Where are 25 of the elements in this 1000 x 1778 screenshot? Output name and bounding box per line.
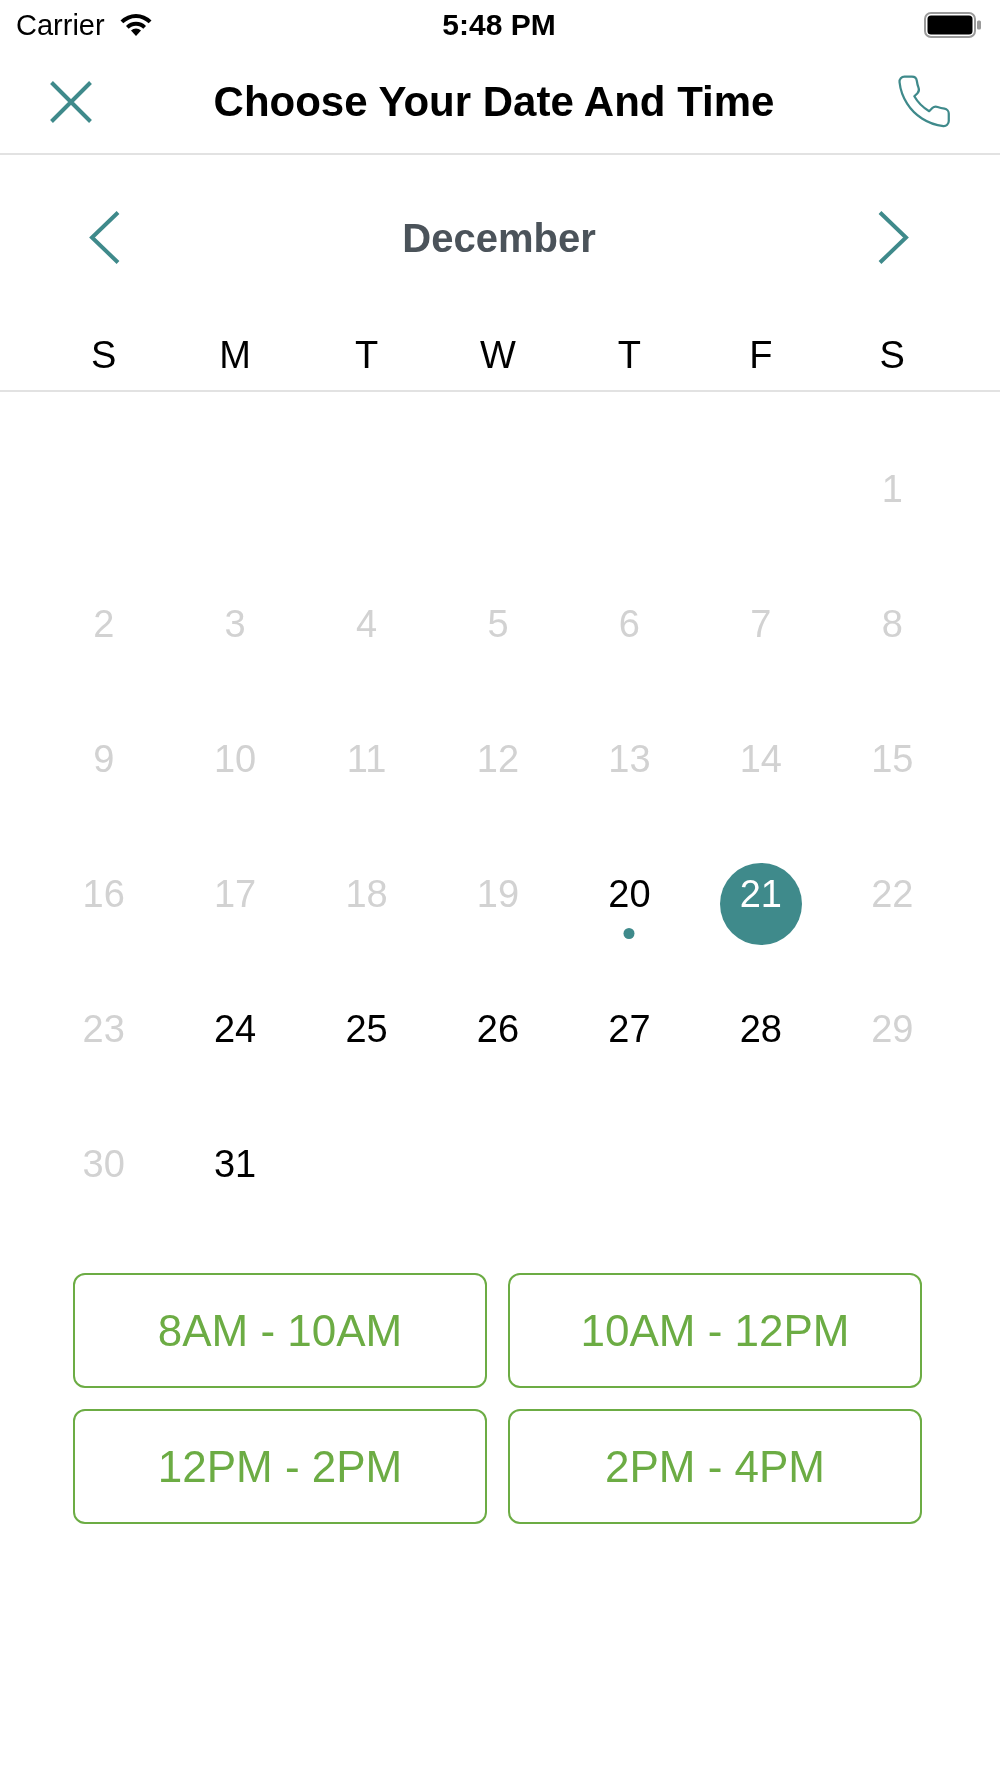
wifi-icon xyxy=(118,13,153,37)
weekday-label: T xyxy=(354,336,379,374)
chevron-left-icon[interactable] xyxy=(89,211,120,264)
day-number[interactable]: 25 xyxy=(345,1009,388,1048)
selected-day[interactable]: 21 xyxy=(719,862,802,945)
header-title: Choose Your Date And Time xyxy=(213,80,775,123)
close-icon[interactable] xyxy=(50,80,92,123)
weekday-label: F xyxy=(749,336,773,374)
phone-icon[interactable] xyxy=(896,75,952,128)
weekday-label: S xyxy=(91,336,117,374)
day-number[interactable]: 27 xyxy=(608,1009,651,1048)
carrier-label: Carrier xyxy=(16,10,105,40)
month-label: December xyxy=(402,217,596,258)
battery-icon xyxy=(924,12,982,38)
chevron-right-icon[interactable] xyxy=(878,211,909,264)
day-number[interactable]: 26 xyxy=(476,1009,520,1048)
weekday-label: T xyxy=(617,336,642,374)
weekday-label: W xyxy=(480,336,516,374)
day-number[interactable]: 20 xyxy=(608,874,651,913)
status-time: 5:48 PM xyxy=(442,10,556,40)
day-number[interactable]: 28 xyxy=(739,1009,782,1048)
weekday-label: M xyxy=(219,336,251,374)
day-number[interactable]: 24 xyxy=(214,1009,257,1048)
weekday-label: S xyxy=(879,336,905,374)
day-number[interactable]: 31 xyxy=(214,1144,257,1183)
